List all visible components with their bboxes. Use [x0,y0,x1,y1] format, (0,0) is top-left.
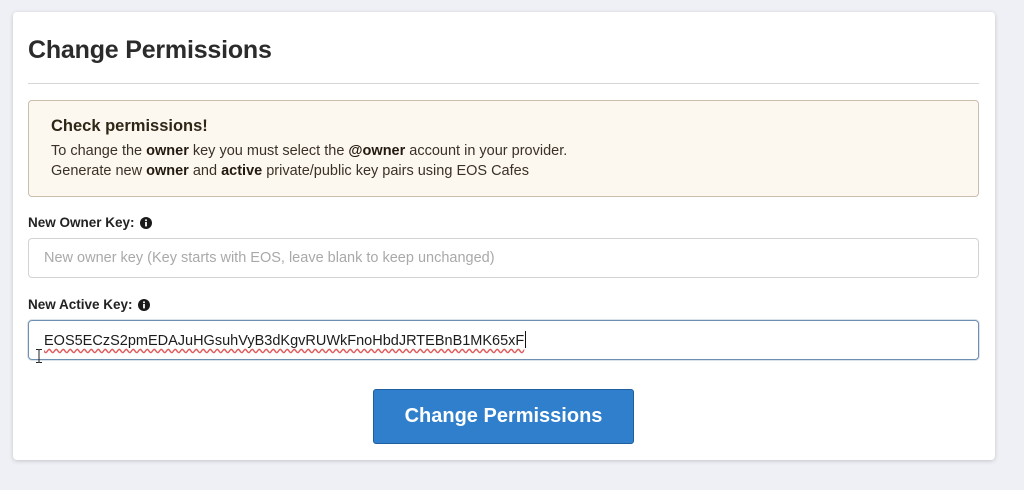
active-key-label-row: New Active Key: [28,297,150,312]
alert-text: and [188,163,222,179]
alert-line-1: To change the owner key you must select … [51,141,956,161]
alert-text: To change the [51,143,147,159]
alert-text: account in your provider. [405,143,568,159]
alert-bold-owner: owner [146,163,189,179]
alert-line-2: Generate new owner and active private/pu… [51,161,956,181]
info-circle-icon[interactable] [139,216,152,229]
page-title: Change Permissions [28,36,272,64]
info-circle-icon[interactable] [137,298,150,311]
active-key-input[interactable] [28,320,979,360]
active-key-label: New Active Key: [28,297,133,312]
change-permissions-card: Change Permissions Check permissions! To… [13,12,995,460]
change-permissions-button[interactable]: Change Permissions [373,389,634,444]
permissions-alert: Check permissions! To change the owner k… [28,100,979,197]
alert-text: Generate new [51,163,147,179]
alert-text: private/public key pairs using EOS Cafes [262,163,529,179]
owner-key-label-row: New Owner Key: [28,215,152,230]
alert-bold-owner: owner [146,143,189,159]
alert-bold-owner-account: @owner [348,143,406,159]
title-divider [28,83,979,84]
text-cursor-icon [36,349,42,363]
active-key-field[interactable]: EOS5ECzS2pmEDAJuHGsuhVyB3dKgvRUWkFnoHbdJ… [28,320,979,360]
alert-text: key you must select the [188,143,349,159]
alert-bold-active: active [221,163,263,179]
owner-key-input[interactable] [28,238,979,278]
owner-key-label: New Owner Key: [28,215,135,230]
alert-heading: Check permissions! [51,117,208,135]
